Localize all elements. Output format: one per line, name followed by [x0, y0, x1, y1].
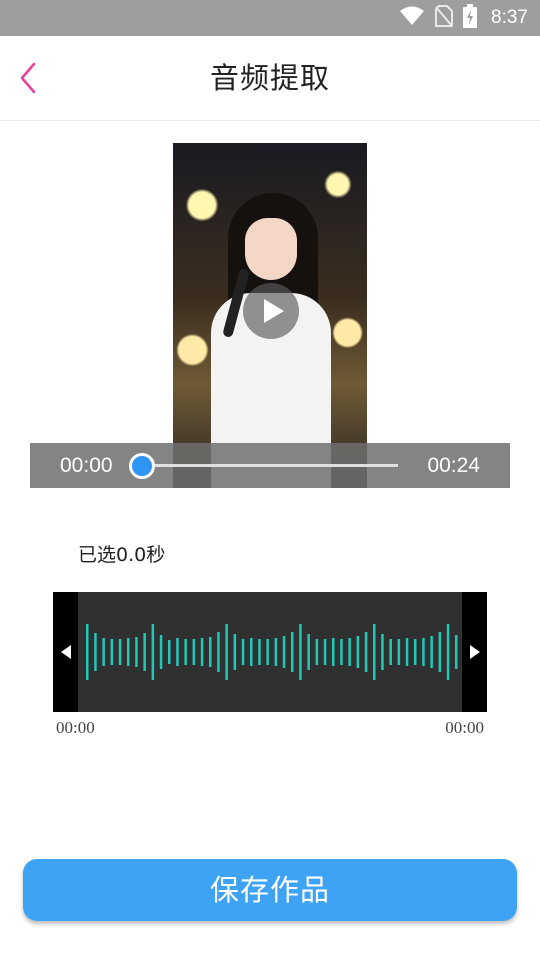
wifi-icon: [399, 6, 425, 30]
trim-start-time: 00:00: [56, 718, 95, 737]
waveform-bar: [266, 639, 269, 665]
waveform-bar: [102, 638, 105, 666]
total-time: 00:24: [427, 454, 480, 477]
waveform-bar: [151, 624, 155, 680]
waveform-bar: [340, 639, 343, 665]
waveform-bar: [323, 639, 327, 665]
trim-end-time: 00:00: [445, 718, 484, 737]
waveform-bar: [455, 635, 458, 669]
waveform-bar: [176, 638, 179, 666]
battery-charging-icon: [463, 4, 478, 32]
waveform-bar: [110, 639, 114, 665]
waveform-bar: [307, 634, 310, 670]
trim-end-handle[interactable]: [462, 592, 487, 712]
waveform-bar: [233, 634, 237, 670]
status-time: 8:37: [491, 7, 528, 28]
status-bar: 8:37: [0, 0, 540, 36]
video-frame-face: [245, 218, 297, 280]
waveform-bar: [168, 640, 171, 664]
waveform-bar: [94, 633, 97, 671]
waveform-bar: [143, 633, 146, 671]
waveform-bar: [274, 638, 278, 666]
waveform-bar: [192, 639, 196, 665]
waveform-bar: [184, 639, 187, 665]
waveform-bar: [430, 636, 433, 668]
waveform-bar: [159, 635, 163, 669]
waveform-bar: [405, 638, 409, 666]
waveform-bar: [258, 639, 261, 665]
selected-duration-label: 已选0.0秒: [78, 544, 166, 566]
trim-start-handle[interactable]: [53, 592, 78, 712]
waveform-bar: [118, 639, 122, 665]
waveform-bar: [422, 638, 425, 666]
waveform-bar: [414, 639, 417, 665]
status-icons: 8:37: [399, 0, 528, 36]
waveform-bar: [389, 639, 392, 665]
waveform-bar: [225, 624, 228, 680]
waveform-bar: [135, 637, 138, 667]
save-work-button[interactable]: 保存作品: [23, 859, 517, 921]
waveform-bar: [315, 639, 319, 665]
waveform-bar: [217, 632, 220, 672]
waveform-trimmer[interactable]: [53, 592, 487, 712]
waveform-bar: [291, 632, 294, 672]
waveform-bar: [381, 634, 384, 670]
no-sim-icon: [435, 5, 454, 31]
waveform-bar: [209, 637, 212, 667]
page-title: 音频提取: [209, 61, 330, 95]
waveform-bar: [397, 639, 401, 665]
waveform-bar: [299, 624, 302, 680]
waveform-bar: [282, 636, 286, 668]
waveform-bar: [200, 638, 204, 666]
title-bar: 音频提取: [0, 36, 540, 121]
waveform-bar: [86, 624, 89, 680]
waveform-bar: [332, 638, 335, 666]
waveform-bar: [348, 638, 351, 666]
play-button[interactable]: [243, 283, 299, 339]
player-controls: 00:00 00:24: [30, 443, 510, 488]
waveform-bar: [241, 639, 245, 665]
waveform-bar: [127, 638, 130, 666]
waveform-bar: [250, 638, 253, 666]
seek-thumb[interactable]: [129, 453, 155, 479]
waveform-bar: [364, 632, 368, 672]
seek-bar[interactable]: [142, 464, 398, 467]
waveform: [86, 624, 458, 680]
waveform-bar: [446, 624, 450, 680]
waveform-bar: [438, 632, 442, 672]
current-time: 00:00: [60, 454, 113, 477]
waveform-bar: [373, 624, 376, 680]
waveform-bar: [356, 636, 360, 668]
video-preview[interactable]: [173, 143, 367, 488]
